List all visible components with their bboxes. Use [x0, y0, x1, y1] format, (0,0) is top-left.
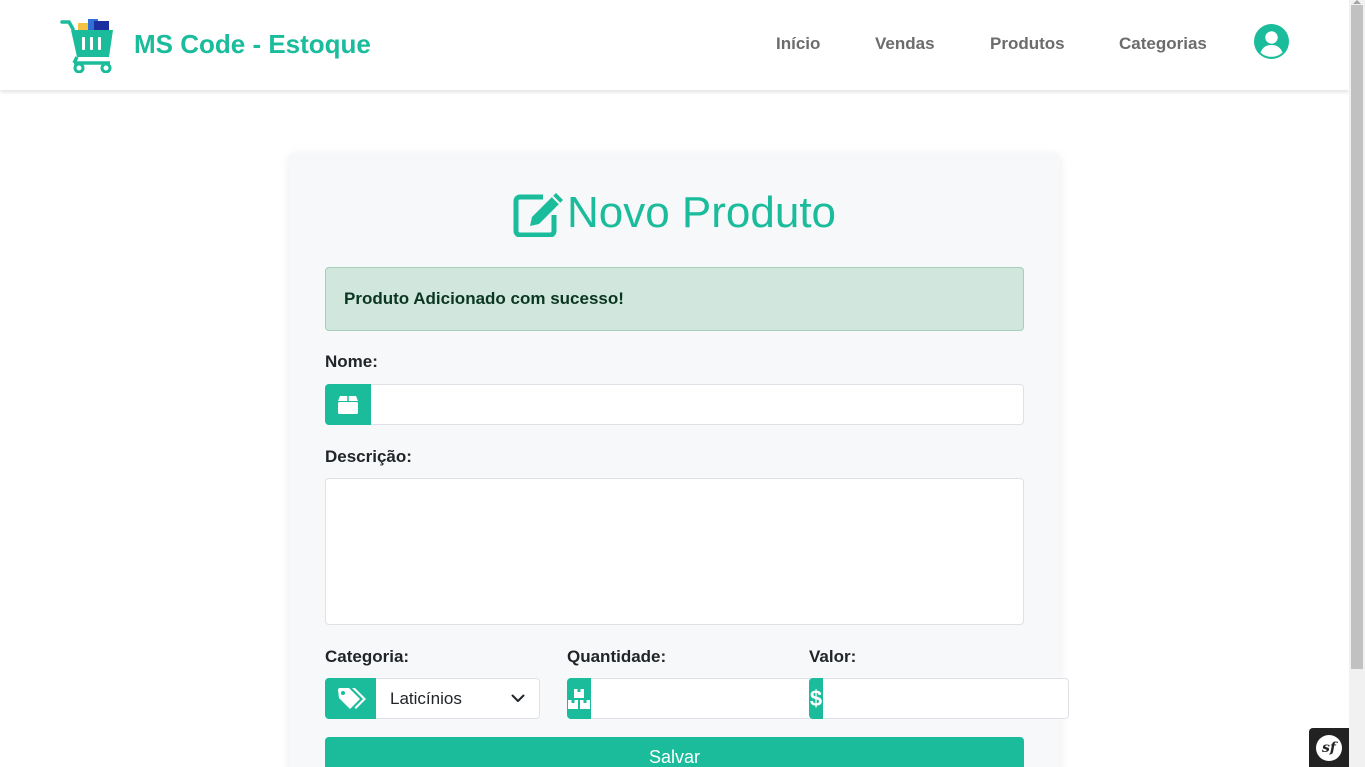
boxes-icon: [567, 678, 591, 719]
save-button[interactable]: Salvar: [325, 737, 1024, 767]
edit-icon: [513, 193, 563, 237]
categoria-input-group: Laticínios: [325, 678, 540, 719]
symfony-toolbar-toggle[interactable]: sf: [1309, 728, 1349, 767]
nav-item-produtos[interactable]: Produtos: [990, 34, 1065, 54]
nome-label: Nome:: [325, 352, 378, 371]
scroll-thumb[interactable]: [1351, 5, 1363, 669]
box-icon: [325, 384, 371, 425]
page-title-text: Novo Produto: [566, 188, 837, 237]
scroll-up-icon[interactable]: [1353, 0, 1361, 4]
nav-item-vendas[interactable]: Vendas: [875, 34, 935, 54]
product-form-card: Novo Produto Produto Adicionado com suce…: [289, 153, 1069, 767]
categoria-select[interactable]: Laticínios: [376, 678, 540, 719]
nome-input-group: [325, 384, 1024, 425]
valor-input[interactable]: [823, 678, 1069, 719]
page-title: Novo Produto: [289, 188, 1060, 238]
valor-input-group: $: [809, 678, 1069, 719]
nav-item-categorias[interactable]: Categorias: [1119, 34, 1207, 54]
categoria-selected-value: Laticínios: [390, 688, 462, 708]
page-scrollbar[interactable]: [1349, 0, 1365, 767]
svg-text:$: $: [810, 686, 822, 711]
valor-label: Valor:: [809, 647, 857, 666]
navbar: MS Code - Estoque Início Vendas Produtos…: [0, 0, 1349, 90]
quantidade-input[interactable]: [591, 678, 837, 719]
success-alert: Produto Adicionado com sucesso!: [325, 267, 1024, 331]
quantidade-input-group: [567, 678, 837, 719]
descricao-label: Descrição:: [325, 447, 412, 466]
nav-links: Início Vendas Produtos Categorias: [0, 34, 1349, 56]
descricao-textarea[interactable]: [325, 478, 1024, 625]
nav-item-inicio[interactable]: Início: [776, 34, 820, 54]
nome-input[interactable]: [371, 384, 1024, 425]
tags-icon: [325, 678, 376, 719]
symfony-logo-icon: sf: [1316, 734, 1342, 761]
user-circle-icon[interactable]: [1254, 24, 1289, 59]
dollar-icon: $: [809, 678, 823, 719]
categoria-label: Categoria:: [325, 647, 410, 666]
quantidade-label: Quantidade:: [567, 647, 667, 666]
chevron-down-icon: [511, 694, 525, 702]
